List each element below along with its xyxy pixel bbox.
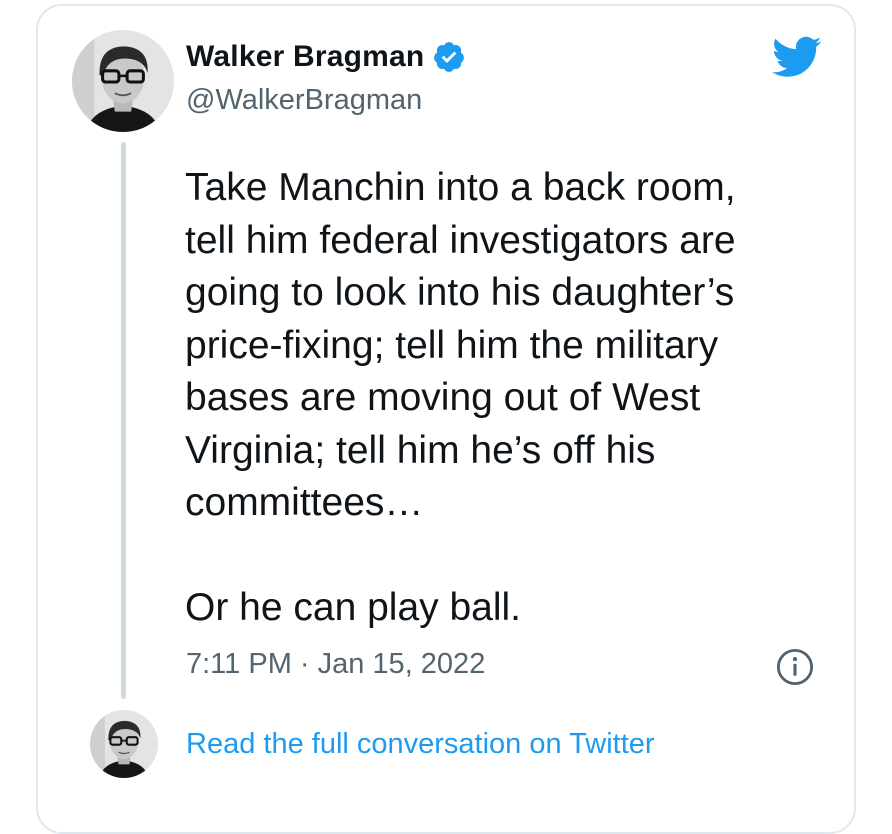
author-avatar[interactable] [72,30,174,132]
avatar-photo [90,710,158,778]
verified-badge-icon [434,42,465,72]
author-name[interactable]: Walker Bragman [186,40,424,74]
info-icon[interactable] [776,648,814,686]
tweet-line: Take Manchin into a back room, [185,166,736,209]
author-name-row: Walker Bragman [186,40,466,74]
tweet-line: tell him federal investigators are [185,218,736,262]
tweet-line: committees… [185,481,424,524]
tweet-text: Take Manchin into a back room, tell him … [185,162,835,635]
avatar-photo [72,30,174,132]
thread-connector-line [121,142,126,699]
tweet-closing-line: Or he can play ball. [185,586,522,629]
tweet-timestamp[interactable]: 7:11 PM · Jan 15, 2022 [186,648,485,681]
read-conversation-link[interactable]: Read the full conversation on Twitter [186,728,655,761]
tweet-line: Virginia; tell him he’s off his [185,428,656,472]
tweet-line: going to look into his daughter’s [185,271,735,314]
footer-avatar[interactable] [90,710,158,778]
twitter-bird-icon[interactable] [770,36,822,80]
tweet-line: bases are moving out of West [185,376,701,419]
tweet-line: price-fixing; tell him the military [185,323,719,367]
author-handle[interactable]: @WalkerBragman [186,84,422,117]
